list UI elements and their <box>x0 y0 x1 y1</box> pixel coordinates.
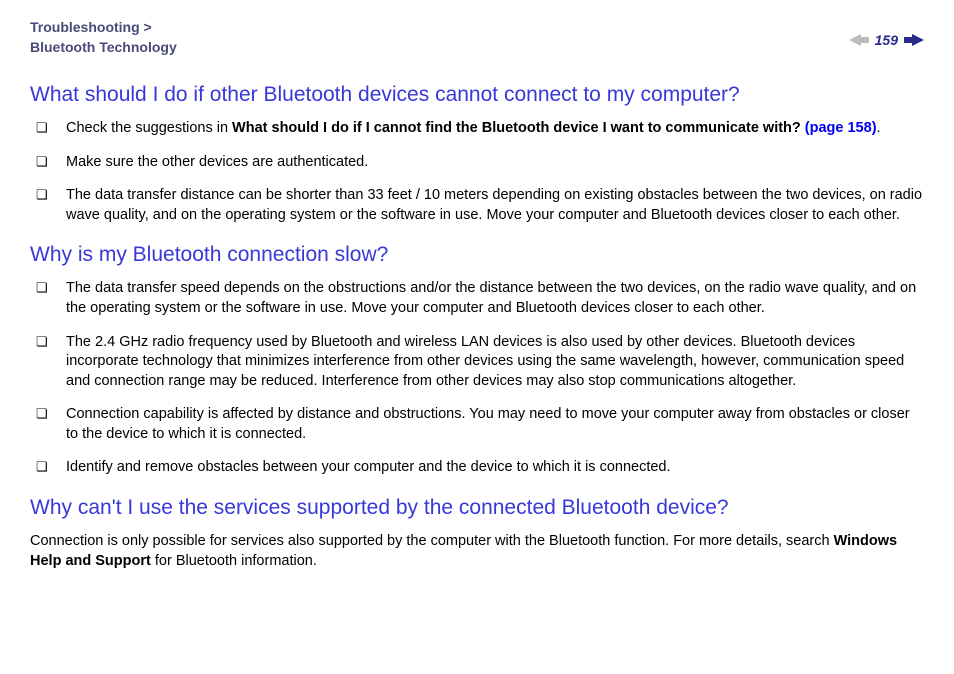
page-link[interactable]: (page 158) <box>805 120 877 136</box>
bold-text: What should I do if I cannot find the Bl… <box>232 120 805 136</box>
text: Check the suggestions in <box>66 120 232 136</box>
heading-q2: Why is my Bluetooth connection slow? <box>30 243 924 267</box>
heading-q1: What should I do if other Bluetooth devi… <box>30 83 924 107</box>
list-item: The data transfer speed depends on the o… <box>58 279 924 318</box>
page-nav: 159 <box>849 32 924 48</box>
list-item: Check the suggestions in What should I d… <box>58 119 924 139</box>
next-page-icon[interactable] <box>904 34 924 46</box>
list-item: The data transfer distance can be shorte… <box>58 186 924 225</box>
text: . <box>877 120 881 136</box>
list-item: The 2.4 GHz radio frequency used by Blue… <box>58 333 924 392</box>
text: for Bluetooth information. <box>151 553 317 569</box>
breadcrumb: Troubleshooting > Bluetooth Technology <box>30 18 177 57</box>
heading-q3: Why can't I use the services supported b… <box>30 496 924 520</box>
breadcrumb-line1: Troubleshooting > <box>30 19 152 35</box>
page-content: What should I do if other Bluetooth devi… <box>0 65 954 605</box>
list-q1: Check the suggestions in What should I d… <box>30 119 924 225</box>
page-header: Troubleshooting > Bluetooth Technology 1… <box>0 0 954 65</box>
page-number: 159 <box>875 32 898 48</box>
list-item: Make sure the other devices are authenti… <box>58 153 924 173</box>
text: Connection is only possible for services… <box>30 533 834 549</box>
list-q2: The data transfer speed depends on the o… <box>30 279 924 478</box>
list-item: Identify and remove obstacles between yo… <box>58 458 924 478</box>
paragraph-q3: Connection is only possible for services… <box>30 532 924 571</box>
list-item: Connection capability is affected by dis… <box>58 405 924 444</box>
prev-page-icon[interactable] <box>849 34 869 46</box>
breadcrumb-line2: Bluetooth Technology <box>30 39 177 55</box>
